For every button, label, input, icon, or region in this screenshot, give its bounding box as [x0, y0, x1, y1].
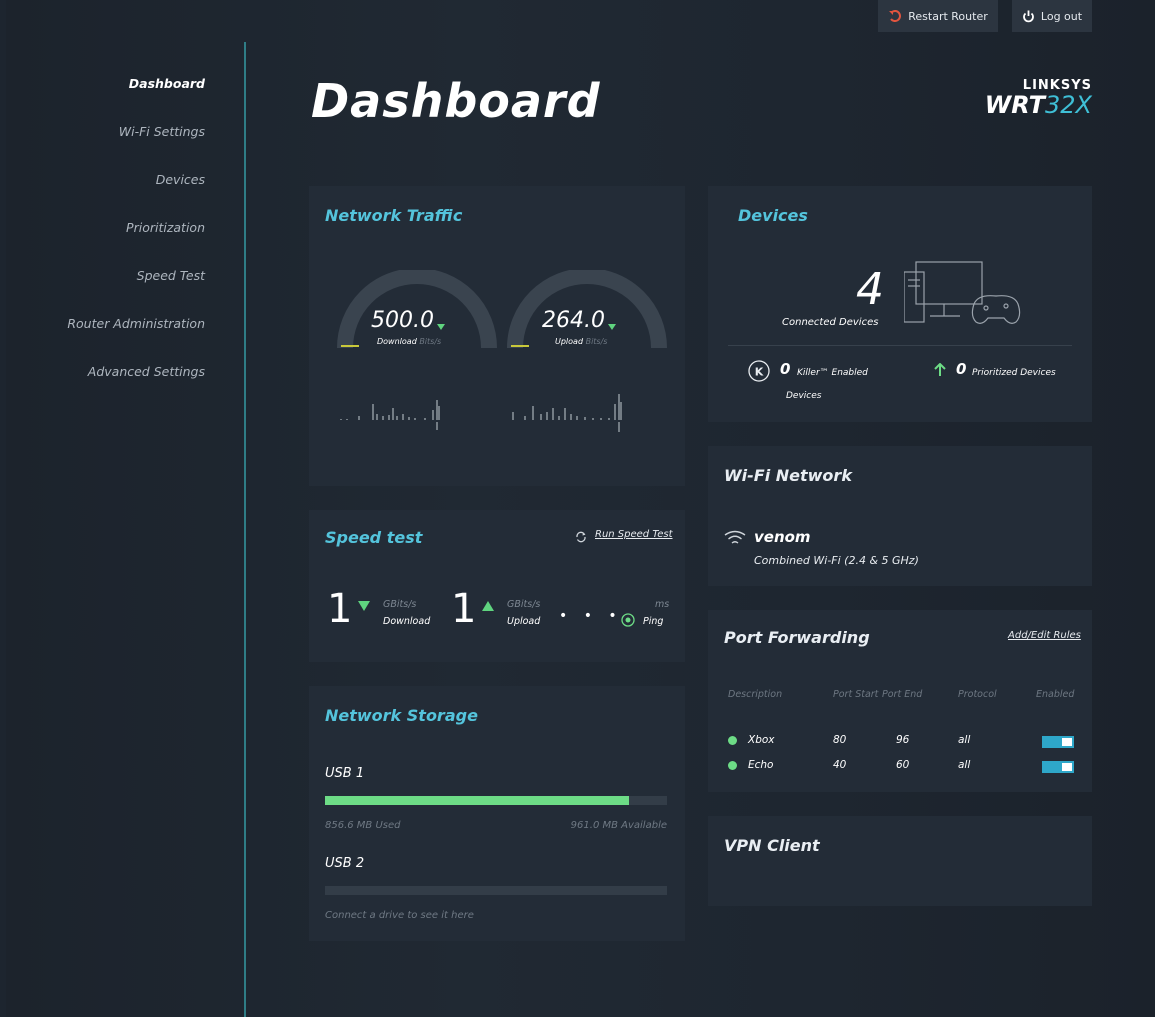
speed-upload-unit: GBits/s — [507, 599, 541, 610]
logo-model-prefix: WRT — [984, 91, 1046, 119]
sidebar-item-wifi-settings[interactable]: Wi-Fi Settings — [0, 122, 205, 170]
column-header-enabled: Enabled — [1036, 689, 1075, 700]
download-arrow-icon — [437, 324, 445, 330]
usb2-empty-text: Connect a drive to see it here — [325, 910, 474, 921]
killer-devices-label-line1: Killer™ Enabled — [797, 368, 868, 378]
network-traffic-title: Network Traffic — [325, 206, 463, 225]
usb1-available-text: 961.0 MB Available — [570, 820, 667, 831]
enabled-toggle[interactable] — [1042, 761, 1074, 773]
speed-download-label: Download — [383, 616, 431, 627]
logout-label: Log out — [1040, 9, 1083, 23]
sidebar-item-speed-test[interactable]: Speed Test — [0, 266, 205, 314]
speed-upload-label: Upload — [507, 616, 541, 627]
prioritized-arrow-icon — [934, 362, 946, 381]
usb1-name: USB 1 — [325, 766, 365, 781]
row-protocol: all — [958, 734, 971, 746]
sidebar-item-dashboard[interactable]: Dashboard — [0, 74, 205, 122]
upload-gauge-label: Upload Bits/s — [555, 337, 608, 346]
ping-value: • • • — [559, 608, 623, 624]
download-arrow-icon — [358, 601, 370, 611]
killer-icon: K — [748, 360, 770, 386]
speed-test-card: Speed test Run Speed Test 1 GBits/s Down… — [309, 510, 685, 662]
devices-card[interactable]: Devices 4 Connected Devices K 0 Killer™ … — [708, 186, 1092, 422]
sidebar-item-devices[interactable]: Devices — [0, 170, 205, 218]
ping-unit: ms — [655, 599, 670, 610]
sidebar-item-advanced-settings[interactable]: Advanced Settings — [0, 362, 205, 410]
row-port-end: 60 — [896, 759, 910, 771]
logout-button[interactable]: Log out — [1012, 0, 1092, 32]
status-dot — [728, 761, 737, 770]
speed-download-value: 1 — [327, 586, 353, 632]
speed-test-title: Speed test — [325, 528, 423, 547]
column-header-protocol: Protocol — [958, 689, 997, 700]
wifi-network-card[interactable]: Wi-Fi Network venom Combined Wi-Fi (2.4 … — [708, 446, 1092, 586]
ping-label: Ping — [643, 616, 664, 627]
devices-title: Devices — [738, 206, 808, 225]
vpn-client-title: VPN Client — [724, 836, 820, 855]
page-title: Dashboard — [311, 74, 601, 128]
restart-icon — [888, 10, 902, 22]
sidebar-nav: Dashboard Wi-Fi Settings Devices Priorit… — [0, 74, 205, 410]
wifi-network-title: Wi-Fi Network — [724, 466, 852, 485]
usb1-usage-fill — [325, 796, 630, 805]
network-storage-title: Network Storage — [325, 706, 478, 725]
column-header-port-start: Port Start — [833, 689, 879, 700]
download-gauge-label: Download Bits/s — [377, 337, 442, 346]
restart-router-button[interactable]: Restart Router — [878, 0, 998, 32]
sidebar-divider — [244, 42, 246, 1017]
logo-model-suffix: 32X — [1045, 91, 1092, 119]
killer-devices-count: 0 — [780, 360, 791, 378]
vpn-client-card[interactable]: VPN Client — [708, 816, 1092, 906]
connected-devices-count: 4 — [856, 264, 884, 315]
sidebar-item-router-administration[interactable]: Router Administration — [0, 314, 205, 362]
wifi-icon — [724, 530, 746, 550]
killer-devices-label-line2: Devices — [786, 391, 822, 401]
usb1-used-text: 856.6 MB Used — [325, 820, 401, 831]
refresh-icon — [575, 528, 587, 547]
usb2-name: USB 2 — [325, 856, 365, 871]
run-speed-test-link[interactable]: Run Speed Test — [595, 529, 673, 540]
prioritized-devices-label: Prioritized Devices — [972, 368, 1056, 378]
usb1-usage-bar — [325, 796, 667, 805]
usb2-usage-bar — [325, 886, 667, 895]
devices-illustration-icon — [903, 258, 1024, 334]
enabled-toggle[interactable] — [1042, 736, 1074, 748]
prioritized-devices-count: 0 — [956, 360, 967, 378]
connected-devices-label: Connected Devices — [782, 317, 879, 328]
row-protocol: all — [958, 759, 971, 771]
download-rate-value: 500.0 — [371, 308, 434, 333]
port-forwarding-title: Port Forwarding — [724, 628, 870, 647]
row-description: Xbox — [748, 734, 775, 746]
upload-rate-value: 264.0 — [542, 308, 605, 333]
power-icon — [1022, 10, 1035, 23]
restart-router-label: Restart Router — [908, 9, 988, 23]
status-dot — [728, 736, 737, 745]
speed-upload-value: 1 — [451, 586, 477, 632]
devices-divider — [728, 345, 1072, 346]
network-traffic-card: Network Traffic 500.0 Download Bits/s 26… — [309, 186, 685, 486]
svg-text:K: K — [755, 366, 764, 379]
row-port-start: 80 — [833, 734, 847, 746]
row-port-start: 40 — [833, 759, 847, 771]
speed-download-unit: GBits/s — [383, 599, 417, 610]
linksys-logo: LINKSYS WRT32X — [970, 78, 1092, 117]
wifi-ssid: venom — [754, 528, 811, 546]
logo-model: WRT32X — [970, 93, 1092, 117]
port-forwarding-card: Port Forwarding Add/Edit Rules Descripti… — [708, 610, 1092, 792]
traffic-sparkline — [340, 394, 622, 432]
ping-icon — [621, 612, 635, 631]
column-header-port-end: Port End — [882, 689, 923, 700]
network-storage-card: Network Storage USB 1 856.6 MB Used 961.… — [309, 686, 685, 941]
sidebar-item-prioritization[interactable]: Prioritization — [0, 218, 205, 266]
wifi-description: Combined Wi-Fi (2.4 & 5 GHz) — [754, 554, 919, 567]
add-edit-rules-link[interactable]: Add/Edit Rules — [1008, 630, 1081, 641]
row-port-end: 96 — [896, 734, 910, 746]
column-header-description: Description — [728, 689, 783, 700]
row-description: Echo — [748, 759, 774, 771]
upload-arrow-icon — [482, 601, 494, 611]
upload-arrow-icon — [608, 324, 616, 330]
